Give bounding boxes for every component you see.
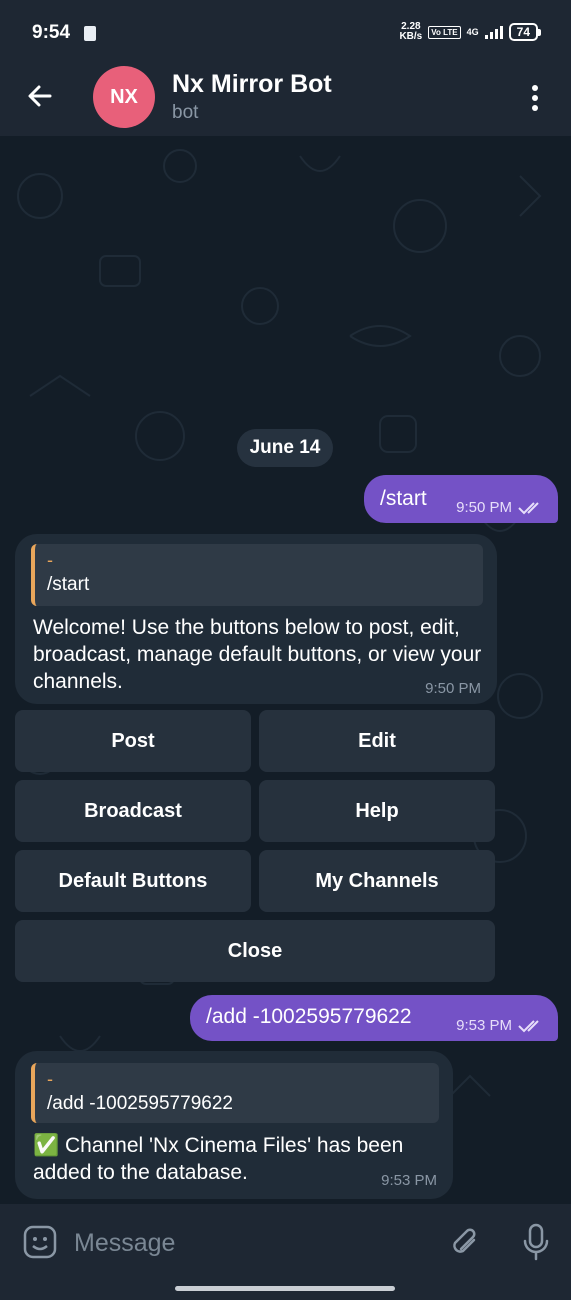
network-speed: 2.28 KB/s bbox=[399, 22, 422, 42]
chat-area[interactable]: June 14 /start 9:50 PM - /start Welcome!… bbox=[0, 136, 571, 1204]
status-bar: 9:54 2.28 KB/s Vo LTE 4G 74 bbox=[0, 0, 571, 60]
date-separator: June 14 bbox=[237, 429, 333, 467]
avatar[interactable]: NX bbox=[93, 66, 155, 128]
more-options-icon[interactable] bbox=[521, 80, 549, 116]
incoming-message[interactable]: - /add -1002595779622 ✅ Channel 'Nx Cine… bbox=[15, 1051, 453, 1199]
reply-sender: - bbox=[47, 1069, 53, 1089]
chat-title[interactable]: Nx Mirror Bot bbox=[172, 70, 332, 99]
double-check-icon bbox=[518, 1019, 539, 1032]
network-speed-unit: KB/s bbox=[399, 31, 423, 42]
network-type: 4G bbox=[466, 27, 479, 37]
back-arrow-icon[interactable] bbox=[22, 78, 58, 114]
reply-text: /start bbox=[47, 574, 90, 595]
message-input-bar bbox=[0, 1204, 571, 1280]
navigation-bar bbox=[0, 1280, 571, 1300]
message-text: /add -1002595779622 bbox=[206, 1005, 412, 1028]
message-meta: 9:53 PM bbox=[456, 1017, 544, 1034]
outgoing-message[interactable]: /start 9:50 PM bbox=[364, 475, 558, 523]
message-time: 9:50 PM bbox=[425, 680, 481, 697]
message-time: 9:53 PM bbox=[456, 1017, 512, 1034]
battery-level: 74 bbox=[508, 23, 538, 41]
reply-sender: - bbox=[47, 550, 53, 570]
home-gesture-handle[interactable] bbox=[175, 1286, 395, 1291]
post-button[interactable]: Post bbox=[15, 710, 251, 772]
default-buttons-button[interactable]: Default Buttons bbox=[15, 850, 251, 912]
outgoing-message[interactable]: /add -1002595779622 9:53 PM bbox=[190, 995, 558, 1041]
edit-button[interactable]: Edit bbox=[259, 710, 495, 772]
message-input[interactable] bbox=[72, 1220, 436, 1266]
close-button[interactable]: Close bbox=[15, 920, 495, 982]
help-button[interactable]: Help bbox=[259, 780, 495, 842]
volte-badge: Vo LTE bbox=[428, 25, 461, 39]
reply-text: /add -1002595779622 bbox=[47, 1093, 233, 1114]
message-text: /start bbox=[380, 487, 427, 510]
double-check-icon bbox=[518, 501, 539, 514]
microphone-icon[interactable] bbox=[518, 1222, 554, 1262]
battery-icon: 74 bbox=[508, 23, 541, 41]
status-icons: 2.28 KB/s Vo LTE 4G 74 bbox=[399, 22, 541, 42]
broadcast-button[interactable]: Broadcast bbox=[15, 780, 251, 842]
reply-quote[interactable]: - /add -1002595779622 bbox=[31, 1063, 439, 1123]
message-time: 9:53 PM bbox=[381, 1172, 437, 1189]
sim-card-icon bbox=[84, 26, 96, 41]
incoming-message[interactable]: - /start Welcome! Use the buttons below … bbox=[15, 534, 497, 704]
message-meta: 9:50 PM bbox=[456, 499, 544, 516]
status-time: 9:54 bbox=[32, 22, 71, 43]
sticker-emoji-icon[interactable] bbox=[22, 1224, 58, 1260]
chat-header: NX Nx Mirror Bot bot bbox=[0, 60, 571, 136]
message-time: 9:50 PM bbox=[456, 499, 512, 516]
message-body: Welcome! Use the buttons below to post, … bbox=[33, 616, 482, 693]
reply-quote[interactable]: - /start bbox=[31, 544, 483, 606]
attach-icon[interactable] bbox=[448, 1224, 484, 1260]
my-channels-button[interactable]: My Channels bbox=[259, 850, 495, 912]
signal-icon bbox=[484, 25, 503, 39]
chat-subtitle: bot bbox=[172, 102, 199, 123]
